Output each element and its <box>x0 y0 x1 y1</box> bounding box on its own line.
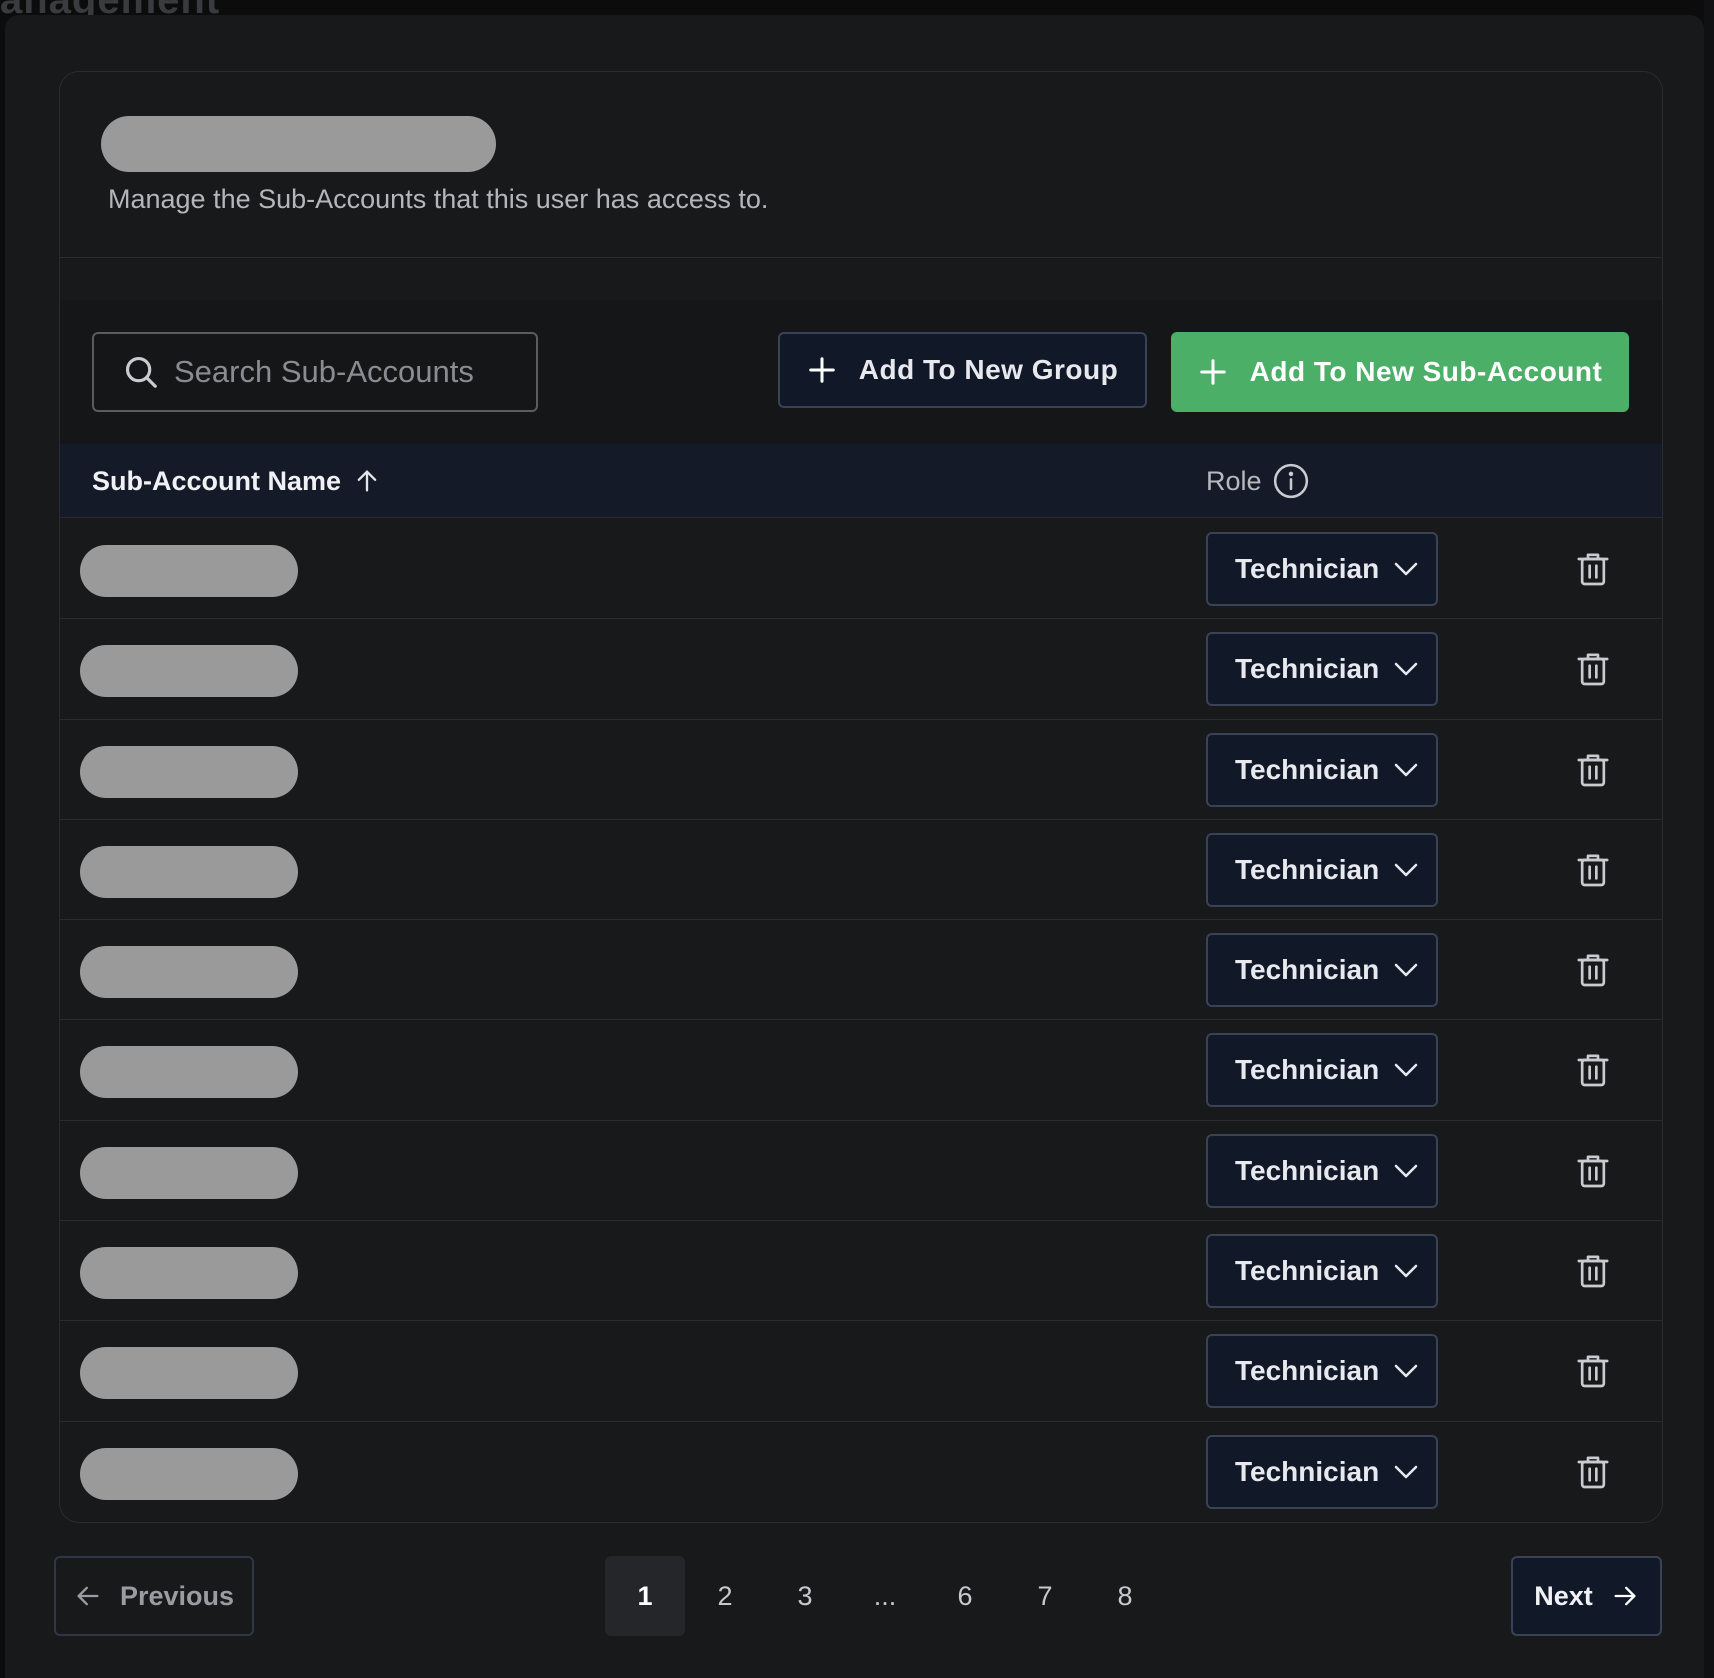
role-select-value: Technician <box>1235 553 1380 584</box>
page-number[interactable]: 3 <box>765 1556 845 1636</box>
column-header-name[interactable]: Sub-Account Name <box>92 444 381 518</box>
search-icon <box>125 356 157 388</box>
info-icon[interactable] <box>1272 462 1310 500</box>
plus-icon <box>1199 359 1226 385</box>
plus-icon <box>809 357 835 383</box>
subaccount-name-redacted <box>80 1046 298 1099</box>
card-header: Manage the Sub-Accounts that this user h… <box>60 72 1662 258</box>
chevron-down-icon <box>1394 763 1418 776</box>
next-page-label: Next <box>1534 1580 1593 1611</box>
pagination: Previous 1 2 3... 6 7 8 Next <box>5 1556 1704 1636</box>
subaccount-name-redacted <box>80 645 298 698</box>
role-select-value: Technician <box>1235 1054 1380 1086</box>
trash-icon[interactable] <box>1573 1251 1613 1291</box>
role-select[interactable]: Technician <box>1206 1434 1438 1509</box>
chevron-down-icon <box>1394 562 1418 576</box>
role-select-value: Technician <box>1235 954 1380 986</box>
chevron-down-icon <box>1394 963 1418 977</box>
add-to-new-group-button[interactable]: Add To New Group <box>778 332 1147 408</box>
role-select-value: Technician <box>1235 1154 1380 1186</box>
subaccount-name-redacted <box>80 545 298 597</box>
trash-icon[interactable] <box>1573 549 1613 589</box>
table-row: Technician <box>60 1020 1662 1121</box>
subaccounts-card: Manage the Sub-Accounts that this user h… <box>59 71 1663 1523</box>
toolbar: Add To New Group Add To New Sub-Account <box>60 300 1662 444</box>
next-page-button[interactable]: Next <box>1511 1556 1662 1636</box>
trash-icon[interactable] <box>1573 850 1613 890</box>
subaccounts-modal: Manage the Sub-Accounts that this user h… <box>5 15 1704 1678</box>
subaccount-name-redacted <box>80 845 298 898</box>
role-select[interactable]: Technician <box>1206 732 1438 807</box>
trash-icon[interactable] <box>1573 950 1613 990</box>
table-row: Technician <box>60 1321 1662 1422</box>
trash-icon[interactable] <box>1573 649 1613 689</box>
previous-page-label: Previous <box>119 1580 235 1611</box>
table-row: Technician <box>60 720 1662 820</box>
column-header-role: Role <box>1206 444 1310 518</box>
page-ellipsis: ... <box>873 1580 897 1611</box>
table-header: Sub-Account Name Role <box>60 444 1662 518</box>
arrow-right-icon <box>1614 1586 1636 1606</box>
role-select-value: Technician <box>1235 1255 1380 1287</box>
trash-icon[interactable] <box>1573 1050 1613 1090</box>
table-body: Technician Technician Technician Technic… <box>60 519 1662 1522</box>
role-select[interactable]: Technician <box>1206 1234 1438 1309</box>
trash-icon[interactable] <box>1573 1151 1613 1191</box>
card-description: Manage the Sub-Accounts that this user h… <box>108 184 769 214</box>
subaccount-name-redacted <box>80 946 298 999</box>
subaccount-name-redacted <box>80 1347 298 1400</box>
arrow-up-icon <box>357 470 377 492</box>
role-select[interactable]: Technician <box>1206 1133 1438 1208</box>
search-box[interactable] <box>92 332 538 412</box>
search-input[interactable] <box>174 354 534 390</box>
chevron-down-icon <box>1394 1264 1418 1278</box>
add-to-new-group-label: Add To New Group <box>858 354 1119 385</box>
arrow-left-icon <box>77 1586 99 1606</box>
add-to-new-subaccount-button[interactable]: Add To New Sub-Account <box>1171 332 1629 412</box>
column-header-role-label: Role <box>1206 465 1262 496</box>
trash-icon[interactable] <box>1573 1452 1613 1492</box>
subaccount-name-redacted <box>80 745 298 798</box>
table-row: Technician <box>60 1422 1662 1522</box>
column-header-name-label: Sub-Account Name <box>92 465 342 496</box>
page-list: 1 2 3... 6 7 8 <box>605 1556 1165 1636</box>
role-select[interactable]: Technician <box>1206 1033 1438 1108</box>
role-select-value: Technician <box>1235 1455 1380 1487</box>
trash-icon[interactable] <box>1573 750 1613 790</box>
role-select[interactable]: Technician <box>1206 1334 1438 1409</box>
table-row: Technician <box>60 619 1662 720</box>
page-number[interactable]: 6 <box>925 1556 1005 1636</box>
role-select-value: Technician <box>1235 753 1380 785</box>
table-row: Technician <box>60 920 1662 1021</box>
role-select[interactable]: Technician <box>1206 832 1438 907</box>
subaccount-name-redacted <box>80 1447 298 1500</box>
add-to-new-subaccount-label: Add To New Sub-Account <box>1249 356 1603 387</box>
role-select-value: Technician <box>1235 853 1380 885</box>
page-number[interactable]: 1 <box>605 1556 685 1636</box>
chevron-down-icon <box>1394 663 1418 676</box>
page-number[interactable]: 7 <box>1005 1556 1085 1636</box>
chevron-down-icon <box>1394 863 1418 877</box>
table-row: Technician <box>60 519 1662 620</box>
chevron-down-icon <box>1394 1365 1418 1378</box>
card-title-redacted <box>101 116 496 172</box>
page-number[interactable]: 8 <box>1085 1556 1165 1636</box>
trash-icon[interactable] <box>1573 1351 1613 1391</box>
page-number[interactable]: 2 <box>685 1556 765 1636</box>
background-page-edge <box>1704 0 1714 1678</box>
role-select[interactable]: Technician <box>1206 632 1438 707</box>
role-select[interactable]: Technician <box>1206 933 1438 1008</box>
chevron-down-icon <box>1394 1465 1418 1478</box>
table-row: Technician <box>60 1221 1662 1322</box>
role-select-value: Technician <box>1235 1355 1380 1387</box>
table-row: Technician <box>60 820 1662 921</box>
role-select-value: Technician <box>1235 653 1380 685</box>
subaccount-name-redacted <box>80 1247 298 1300</box>
chevron-down-icon <box>1394 1064 1418 1077</box>
chevron-down-icon <box>1394 1164 1418 1178</box>
table-row: Technician <box>60 1121 1662 1222</box>
subaccount-name-redacted <box>80 1146 298 1199</box>
role-select[interactable]: Technician <box>1206 532 1438 606</box>
previous-page-button[interactable]: Previous <box>54 1556 254 1636</box>
